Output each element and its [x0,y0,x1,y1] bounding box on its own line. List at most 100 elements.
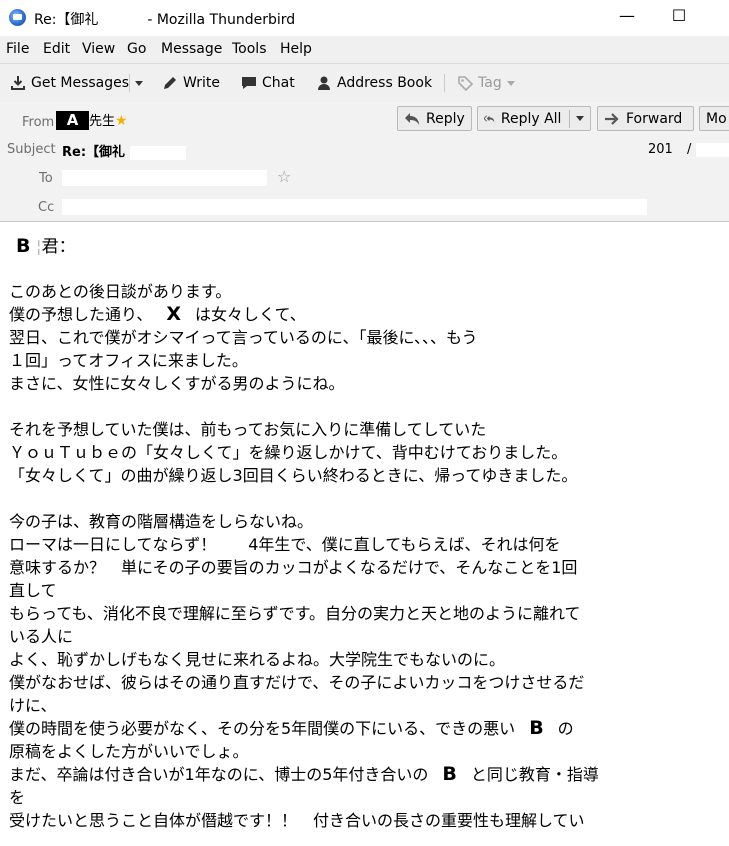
menu-message[interactable]: Message [161,41,222,57]
message-line: もらっても、消化不良で理解に至らずです。自分の実力と天と地のように離れて [9,602,724,625]
forward-arrow-icon [605,112,619,125]
window-title-suffix: - Mozilla Thunderbird [147,12,296,28]
message-line: 直して [9,579,724,602]
star-icon[interactable]: ★ [115,113,128,129]
message-line: まさに、女性に女々しくすがる男のようにね。 [9,372,724,395]
subject-text: Re:【御礼 [62,145,126,160]
message-line: ＹｏｕＴｕｂｅの「女々しくて」を繰り返しかけて、背中むけておりました。 [9,441,724,464]
chevron-down-icon [135,80,143,86]
redacted-name-marker: B [529,717,544,739]
message-text-segment: まさに、女性に女々しくすがる男のようにね。 [9,374,345,393]
minimize-button[interactable]: — [612,6,642,25]
get-messages-button[interactable]: Get Messages [10,72,129,94]
get-messages-dropdown[interactable] [135,72,143,94]
menu-tools[interactable]: Tools [232,41,267,57]
redacted-name-b: B [16,235,31,257]
message-line: けに、 [9,694,724,717]
message-text-segment: 原稿をよくした方がいいでしょ。 [9,742,249,761]
message-text-segment: を [9,788,26,807]
menu-help[interactable]: Help [280,41,312,57]
menu-bar: File Edit View Go Message Tools Help [0,36,729,63]
chat-button[interactable]: Chat [241,72,295,94]
message-text-segment: ローマは一日にしてならず！ 4年生で、僕に直してもらえば、それは何を [9,535,561,554]
message-text-segment: の [557,719,574,738]
message-line: 「女々しくて」の曲が繰り返し3回目くらい終わるときに、帰ってゆきました。 [9,464,724,487]
message-line: 翌日、これで僕がオシマイって言っているのに、「最後に、、、もう [9,326,724,349]
message-text-segment: まだ、卒論は付き合いが1年なのに、博士の5年付き合いの [9,765,429,784]
more-button[interactable]: Mo [699,106,729,131]
message-line: 原稿をよくした方がいいでしょ。 [9,740,724,763]
message-text-segment: 「女々しくて」の曲が繰り返し3回目くらい終わるときに、帰ってゆきました。 [9,466,578,485]
message-text-segment: 僕の時間を使う必要がなく、その分を5年間僕の下にいる、できの悪い [9,719,516,738]
greeting: B ¦君： [16,235,76,257]
from-suffix: 先生 [89,114,116,129]
message-line: ローマは一日にしてならず！ 4年生で、僕に直してもらえば、それは何を [9,533,724,556]
menu-go[interactable]: Go [127,41,146,57]
message-text-segment: それを予想していた僕は、前もってお気に入りに準備してしていた [9,420,487,439]
window-title: Re:【御礼 - Mozilla Thunderbird [34,9,295,29]
split-divider [569,109,570,128]
get-messages-label: Get Messages [31,75,130,91]
toolbar-separator [129,74,130,92]
message-line: よく、恥ずかしげもなく見せに来れるよね。大学院生でもないのに。 [9,648,724,671]
redaction [695,142,729,157]
greeting-text: 君： [41,237,76,257]
message-text-segment: このあとの後日談があります。 [9,282,232,301]
forward-button[interactable]: Forward [597,106,694,131]
tag-button[interactable]: Tag [457,72,515,94]
message-line: 受けたいと思うこと自体が僭越です！！ 付き合いの長さの重要性も理解してい [9,809,724,832]
message-text-segment: と同じ教育・指導 [470,765,599,784]
chevron-down-icon [506,80,515,86]
message-line: 僕の時間を使う必要がなく、その分を5年間僕の下にいる、できの悪い B の [9,717,724,740]
message-text-segment: けに、 [9,696,57,715]
message-body: B ¦君： このあとの後日談があります。 僕の予想した通り、 X は女々しくて、 翌日、… [0,222,729,846]
chat-label: Chat [262,75,295,91]
toolbar-separator [444,74,445,92]
redaction [102,12,143,24]
tag-label: Tag [478,75,502,91]
message-text-segment: 僕の予想した通り、 [9,305,153,324]
message-header: From A 先生★ Reply Reply All Forward Mo Sub… [0,101,729,222]
write-button[interactable]: Write [162,72,220,94]
subject-label: Subject [7,142,56,157]
forward-label: Forward [626,110,683,127]
reply-all-button[interactable]: Reply All [477,106,591,131]
reply-all-icon [484,114,495,122]
message-line: を [9,786,724,809]
redacted-name-marker: B [442,763,457,785]
window-title-prefix: Re:【御礼 [34,12,99,28]
message-line: 僕の予想した通り、 X は女々しくて、 [9,303,724,326]
message-line: まだ、卒論は付き合いが1年なのに、博士の5年付き合いの B と同じ教育・指導 [9,763,724,786]
redacted-name-marker: X [166,303,182,325]
subject-value: Re:【御礼 [62,141,186,160]
redaction [129,145,186,160]
maximize-button[interactable]: ☐ [664,6,694,25]
star-outline-icon[interactable]: ☆ [277,167,291,186]
more-label: Mo [706,110,727,127]
address-book-label: Address Book [337,75,433,91]
reply-arrow-icon [405,112,419,125]
message-text-segment: ＹｏｕＴｕｂｅの「女々しくて」を繰り返しかけて、背中むけておりました。 [9,443,568,462]
tag-icon [457,75,474,92]
message-text-segment: 今の子は、教育の階層構造をしらないね。 [9,512,314,531]
redaction: A [56,111,89,130]
address-book-button[interactable]: Address Book [316,72,432,94]
message-text-segment: 翌日、これで僕がオシマイって言っているのに、「最後に、、、もう [9,328,478,347]
menu-view[interactable]: View [82,41,115,57]
message-text-segment: 意味するか？ 単にその子の要旨のカッコがよくなるだけで、そんなことを1回 [9,558,578,577]
reply-all-label: Reply All [500,110,562,127]
to-value-redacted [62,170,267,186]
menu-file[interactable]: File [6,41,29,57]
message-line: いる人に [9,625,724,648]
message-text-segment: 受けたいと思うこと自体が僭越です！！ 付き合いの長さの重要性も理解してい [9,811,585,830]
message-text-segment: よく、恥ずかしげもなく見せに来れるよね。大学院生でもないのに。 [9,650,506,669]
chevron-down-icon[interactable] [576,116,584,121]
message-text: このあとの後日談があります。 僕の予想した通り、 X は女々しくて、 翌日、これで僕がオ… [9,280,724,832]
download-icon [10,75,26,91]
message-line: 今の子は、教育の階層構造をしらないね。 [9,510,724,533]
reply-button[interactable]: Reply [397,106,472,131]
from-value[interactable]: A 先生★ [56,110,128,130]
reply-label: Reply [426,110,465,127]
menu-edit[interactable]: Edit [43,41,70,57]
cc-label: Cc [38,200,55,215]
